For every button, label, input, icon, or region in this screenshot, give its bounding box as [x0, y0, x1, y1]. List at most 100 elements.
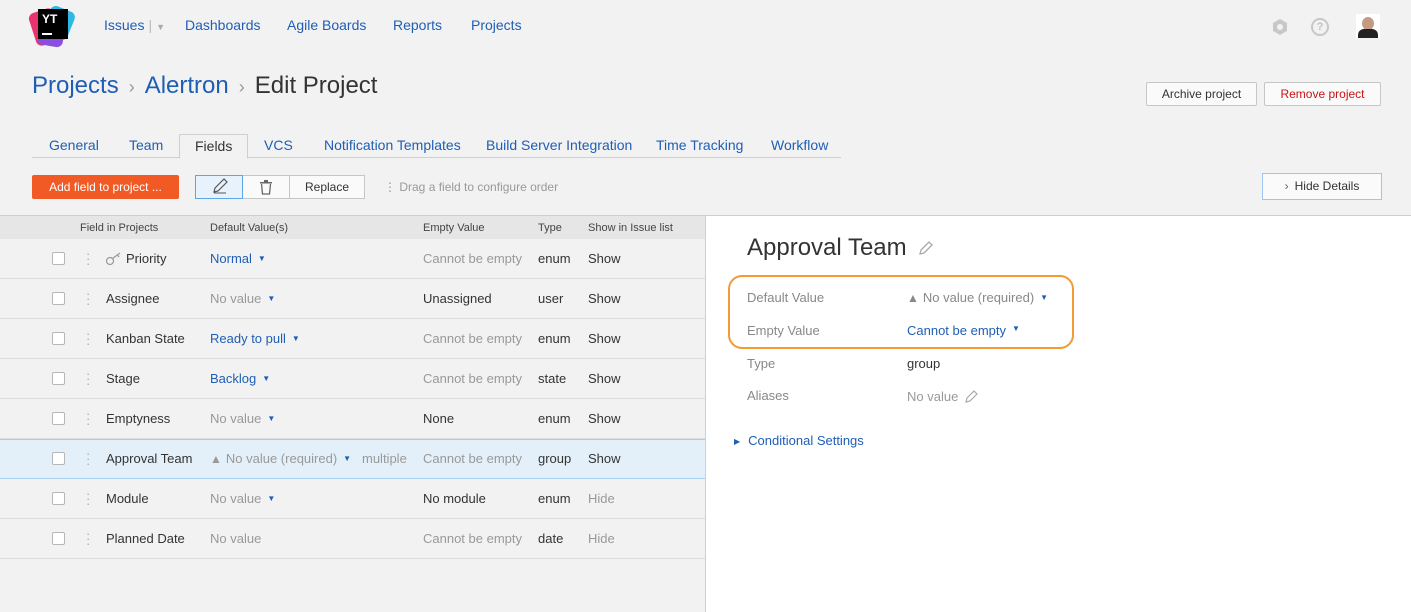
remove-project-button[interactable]: Remove project	[1264, 82, 1381, 106]
edit-button[interactable]	[195, 175, 243, 199]
field-name[interactable]: Planned Date	[106, 531, 185, 546]
table-row[interactable]: · · · Assignee No value ▼ Unassigned user S…	[0, 279, 705, 319]
row-checkbox[interactable]	[52, 452, 65, 465]
default-value-dropdown[interactable]: ▲ No value (required) ▼	[907, 290, 1048, 305]
empty-value[interactable]: Cannot be empty	[423, 371, 522, 386]
default-value-dropdown[interactable]: Normal ▼	[210, 251, 266, 266]
pencil-icon[interactable]	[964, 388, 980, 404]
empty-value[interactable]: Cannot be empty	[423, 531, 522, 546]
drag-handle-icon[interactable]: · · ·	[86, 287, 90, 310]
show-toggle[interactable]: Hide	[588, 531, 615, 546]
field-name[interactable]: Assignee	[106, 291, 159, 306]
header-show-in-issue-list[interactable]: Show in Issue list	[588, 222, 673, 234]
default-value-dropdown[interactable]: ▲ No value (required) ▼	[210, 451, 351, 466]
nav-dashboards[interactable]: Dashboards	[185, 17, 261, 33]
field-name[interactable]: Emptyness	[106, 411, 170, 426]
tab-fields[interactable]: Fields	[179, 134, 249, 159]
add-field-button[interactable]: Add field to project ...	[32, 175, 179, 199]
show-toggle[interactable]: Show	[588, 251, 621, 266]
tab-build-server-integration[interactable]: Build Server Integration	[486, 137, 632, 153]
tab-workflow[interactable]: Workflow	[771, 137, 828, 153]
row-checkbox[interactable]	[52, 532, 65, 545]
empty-value[interactable]: Cannot be empty	[423, 331, 522, 346]
default-value-dropdown[interactable]: Backlog ▼	[210, 371, 270, 386]
breadcrumb-separator-icon: ›	[238, 77, 245, 97]
nav-agile-boards[interactable]: Agile Boards	[287, 17, 366, 33]
field-name[interactable]: Module	[106, 491, 149, 506]
breadcrumb-projects[interactable]: Projects	[32, 72, 119, 99]
conditional-settings-toggle[interactable]: ▶ Conditional Settings	[734, 433, 864, 448]
show-toggle[interactable]: Hide	[588, 491, 615, 506]
drag-handle-icon[interactable]: · · ·	[86, 487, 90, 510]
drag-handle-icon[interactable]: · · ·	[86, 247, 90, 270]
default-value-dropdown[interactable]: No value ▼	[210, 491, 275, 506]
empty-value[interactable]: Unassigned	[423, 291, 492, 306]
row-checkbox[interactable]	[52, 412, 65, 425]
default-value[interactable]: No value	[210, 531, 261, 546]
header-field-in-projects[interactable]: Field in Projects	[80, 222, 158, 234]
chevron-down-icon[interactable]: ▼	[156, 22, 165, 32]
nav-issues[interactable]: Issues | ▼	[104, 17, 165, 33]
empty-value[interactable]: None	[423, 411, 454, 426]
drag-handle-icon[interactable]: · · ·	[86, 527, 90, 550]
drag-handle-icon[interactable]: · · ·	[86, 327, 90, 350]
header-default-values[interactable]: Default Value(s)	[210, 222, 288, 234]
table-row-selected[interactable]: · · · Approval Team ▲ No value (required) ▼ …	[0, 439, 705, 479]
header-type[interactable]: Type	[538, 222, 562, 234]
table-row[interactable]: · · · Emptyness No value ▼ None enum Show	[0, 399, 705, 439]
replace-button[interactable]: Replace	[290, 175, 365, 199]
drag-handle-icon[interactable]: · · ·	[86, 447, 90, 470]
default-value-dropdown[interactable]: No value ▼	[210, 411, 275, 426]
default-value-dropdown[interactable]: Ready to pull ▼	[210, 331, 300, 346]
tab-time-tracking[interactable]: Time Tracking	[656, 137, 743, 153]
breadcrumb-project[interactable]: Alertron	[145, 72, 229, 99]
pencil-icon[interactable]	[917, 239, 935, 257]
tab-notification-templates[interactable]: Notification Templates	[324, 137, 461, 153]
tab-general[interactable]: General	[49, 137, 99, 153]
empty-value-dropdown[interactable]: Cannot be empty ▼	[907, 323, 1020, 338]
field-name[interactable]: Approval Team	[106, 451, 192, 466]
avatar[interactable]	[1356, 14, 1380, 38]
warning-icon: ▲	[907, 291, 919, 305]
show-toggle[interactable]: Show	[588, 291, 621, 306]
chevron-down-icon: ▼	[1012, 324, 1020, 333]
row-checkbox[interactable]	[52, 252, 65, 265]
table-row[interactable]: · · · Priority Normal ▼ Cannot be empty enu…	[0, 239, 705, 279]
field-name[interactable]: Kanban State	[106, 331, 185, 346]
table-row[interactable]: · · · Planned Date No value Cannot be empt…	[0, 519, 705, 559]
table-row[interactable]: · · · Kanban State Ready to pull ▼ Cannot b…	[0, 319, 705, 359]
show-toggle[interactable]: Show	[588, 371, 621, 386]
header-empty-value[interactable]: Empty Value	[423, 222, 485, 234]
nav-projects[interactable]: Projects	[471, 17, 522, 33]
delete-button[interactable]	[243, 175, 290, 199]
empty-value[interactable]: Cannot be empty	[423, 451, 522, 466]
show-toggle[interactable]: Show	[588, 411, 621, 426]
aliases-value[interactable]: No value	[907, 388, 980, 404]
empty-value[interactable]: No module	[423, 491, 486, 506]
hide-details-button[interactable]: › Hide Details	[1262, 173, 1382, 200]
table-row[interactable]: · · · Module No value ▼ No module enum Hide	[0, 479, 705, 519]
tab-vcs[interactable]: VCS	[264, 137, 293, 153]
youtrack-logo[interactable]: YT	[27, 4, 77, 49]
default-value-dropdown[interactable]: No value ▼	[210, 291, 275, 306]
pencil-icon	[213, 178, 228, 194]
field-name[interactable]: Stage	[106, 371, 140, 386]
show-toggle[interactable]: Show	[588, 451, 621, 466]
row-checkbox[interactable]	[52, 332, 65, 345]
drag-handle-icon[interactable]: · · ·	[86, 407, 90, 430]
gear-icon[interactable]	[1271, 18, 1289, 36]
default-value: No value (required)	[922, 290, 1035, 305]
drag-handle-icon[interactable]: · · ·	[86, 367, 90, 390]
table-row[interactable]: · · · Stage Backlog ▼ Cannot be empty state…	[0, 359, 705, 399]
row-checkbox[interactable]	[52, 492, 65, 505]
show-toggle[interactable]: Show	[588, 331, 621, 346]
tab-team[interactable]: Team	[129, 137, 163, 153]
logo-text: YT	[42, 12, 58, 26]
row-checkbox[interactable]	[52, 292, 65, 305]
archive-project-button[interactable]: Archive project	[1146, 82, 1257, 106]
row-checkbox[interactable]	[52, 372, 65, 385]
field-name[interactable]: Priority	[126, 251, 166, 266]
help-icon[interactable]: ?	[1311, 18, 1329, 36]
nav-reports[interactable]: Reports	[393, 17, 442, 33]
empty-value[interactable]: Cannot be empty	[423, 251, 522, 266]
